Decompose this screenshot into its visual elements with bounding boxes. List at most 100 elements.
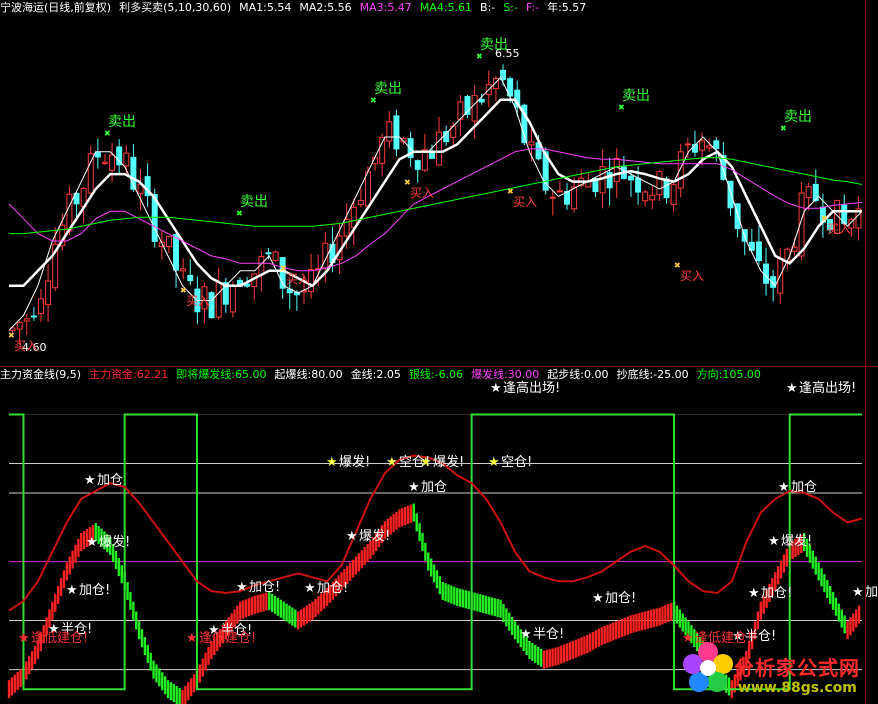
gold-bar-up [406,505,410,524]
signal-label: 逢低建仓! [31,631,88,646]
candle-body [229,285,236,313]
gold-bar-up [557,646,560,665]
gold-bar-down [120,565,123,584]
candle-body [123,152,130,167]
gold-bar-up [253,595,256,614]
signal-annotation: ★ 加仓! [236,580,280,595]
candle-body [649,194,656,201]
gold-bar-up [244,599,248,618]
gold-bar-up [65,562,69,581]
gold-bar-up [600,627,603,646]
signal-annotation: ★ 逢高出场! [786,380,856,396]
gold-bar-down [438,576,442,595]
candle-body [109,154,116,171]
gold-bar-up [565,643,569,662]
gold-bar-down [132,601,135,620]
candle-body [187,275,194,282]
gold-bar-up [247,598,251,617]
gold-bar-down [464,590,468,609]
candle-body [265,252,272,255]
candle-body [670,184,677,206]
gold-bar-up [580,637,583,656]
star-icon: ★ [520,627,532,642]
signal-annotation: ★ 加仓 [778,480,817,495]
star-icon: ★ [86,535,98,550]
gold-bar-up [59,578,63,597]
gold-bar-up [357,553,361,572]
candle-body [272,251,279,262]
gold-bar-up [80,533,83,551]
gold-bar-up [62,570,66,589]
signal-annotation: ★ 加仓! [66,583,110,598]
gold-bar-down [444,583,447,602]
gold-bar-up [201,658,204,677]
signal-annotation: ★ 加仓! [592,591,636,606]
signal-label: 加 [865,585,878,600]
gold-bar-up [10,677,14,696]
gold-bar-down [163,676,167,695]
gold-bar-down [479,594,482,613]
gold-bar-down [279,599,283,618]
gold-bar-down [424,542,427,561]
candle-body [215,282,222,318]
gold-bar-up [189,678,193,697]
signal-label: 爆发! [781,533,812,549]
gold-bar-down [421,533,424,551]
gold-bar-up [759,601,762,620]
signal-annotation: ★ 爆发! [326,454,370,470]
signal-label: 加仓! [317,581,348,596]
gold-bar-up [363,547,366,566]
gold-bar-down [276,597,280,616]
gold-bar-up [239,601,242,620]
gold-bar-down [496,598,499,617]
gold-bar-down [149,652,152,671]
gold-bar-down [817,562,820,581]
gold-bar-up [577,638,580,657]
gold-bar-up [646,610,650,629]
gold-bar-up [401,508,404,527]
gold-bar-down [158,668,161,687]
gold-bar-up [302,607,306,626]
gold-bar-down [435,570,439,589]
gold-bar-up [71,550,74,569]
gold-bar-up [74,544,77,563]
gold-bar-down [126,582,129,601]
candle-body [713,140,720,149]
candle-body [436,131,443,166]
price-chart-panel[interactable]: 宁波海运(日线,前复权) 利多买卖(5,10,30,60) MA1:5.54 MA2:… [0,0,878,366]
gold-bar-up [776,566,780,585]
candle-body [805,186,812,199]
gold-bar-up [192,674,196,693]
signal-label: 逢高出场! [503,380,560,396]
candle-body [755,241,762,262]
gold-bar-up [259,594,262,613]
gold-bar-down [458,588,462,607]
buy-signal: 买入 [410,186,434,200]
gold-bar-up [785,548,789,567]
gold-bar-down [826,580,829,599]
gold-bar-up [296,611,300,630]
gold-bar-down [270,593,274,612]
gold-bar-up [28,656,31,675]
gold-bar-down [447,584,450,603]
signal-annotation: ★ 爆发! [420,454,464,470]
candle-body [613,157,620,183]
gold-bar-up [661,606,664,625]
gold-bar-up [594,630,598,649]
gold-bar-down [510,616,514,635]
signal-annotation: ★ 空仓! [488,455,532,470]
candle-body [471,95,478,122]
flower-logo-icon [683,642,733,692]
gold-bar-down [161,672,164,691]
gold-bar-down [681,613,684,632]
gold-bar-up [649,609,653,628]
gold-bar-down [114,551,118,570]
gold-bar-down [820,568,823,587]
candle-body [677,151,684,189]
buy-signal: 买入 [513,195,537,209]
gold-bar-up [664,605,667,624]
gold-bar-up [583,636,586,655]
gold-bar-up [77,538,80,557]
candle-body [656,171,663,196]
gold-bar-down [140,629,144,648]
